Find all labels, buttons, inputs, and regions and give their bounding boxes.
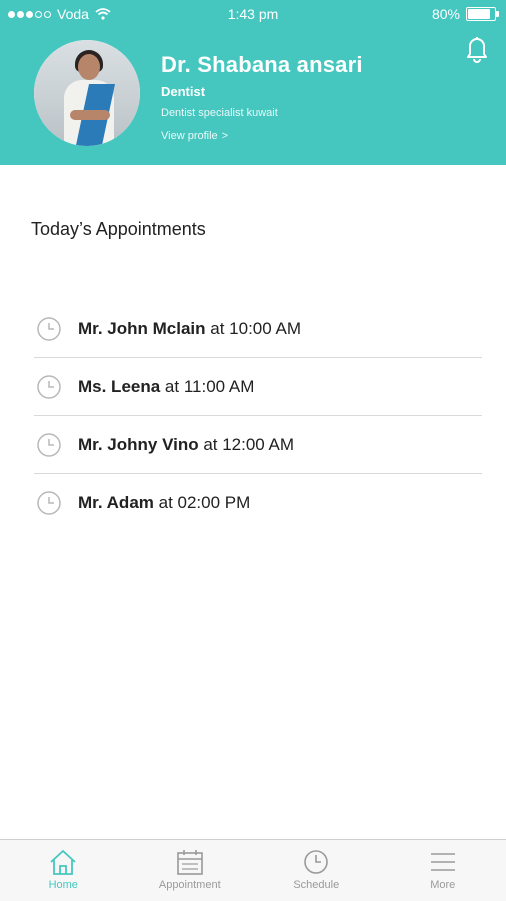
clock-icon bbox=[36, 432, 62, 458]
view-profile-link[interactable]: View profile > bbox=[161, 130, 228, 142]
profile-header: Voda 1:43 pm 80% Dr. Shabana ansari Dent… bbox=[0, 0, 506, 165]
patient-name: Mr. Johny Vino bbox=[78, 435, 199, 454]
appointment-item[interactable]: Mr. Johny Vino at 12:00 AM bbox=[34, 416, 482, 474]
patient-name: Mr. Adam bbox=[78, 493, 154, 512]
appointment-time: at 02:00 PM bbox=[154, 493, 250, 512]
doctor-subtitle: Dentist specialist kuwait bbox=[161, 107, 278, 119]
appointment-time: at 10:00 AM bbox=[206, 319, 301, 338]
chevron-right-icon: > bbox=[222, 130, 228, 142]
battery-percent: 80% bbox=[432, 6, 460, 22]
view-profile-label: View profile bbox=[161, 130, 218, 142]
clock-icon bbox=[36, 374, 62, 400]
tab-schedule[interactable]: Schedule bbox=[253, 840, 380, 901]
appointment-time: at 12:00 AM bbox=[199, 435, 294, 454]
clock-icon bbox=[36, 316, 62, 342]
status-bar: Voda 1:43 pm 80% bbox=[0, 0, 506, 28]
calendar-icon bbox=[175, 848, 205, 876]
doctor-title: Dentist bbox=[161, 84, 205, 99]
bell-icon[interactable] bbox=[463, 34, 491, 64]
appointment-text: Mr. John Mclain at 10:00 AM bbox=[78, 319, 301, 339]
patient-name: Ms. Leena bbox=[78, 377, 160, 396]
appointment-list: Mr. John Mclain at 10:00 AM Ms. Leena at… bbox=[34, 300, 482, 531]
clock-icon bbox=[36, 490, 62, 516]
appointment-item[interactable]: Ms. Leena at 11:00 AM bbox=[34, 358, 482, 416]
appointment-text: Mr. Johny Vino at 12:00 AM bbox=[78, 435, 294, 455]
tab-bar: Home Appointment Schedule More bbox=[0, 839, 506, 901]
tab-appointment-label: Appointment bbox=[159, 879, 221, 891]
avatar[interactable] bbox=[34, 40, 140, 146]
appointment-item[interactable]: Mr. Adam at 02:00 PM bbox=[34, 474, 482, 531]
tab-home[interactable]: Home bbox=[0, 840, 127, 901]
appointment-item[interactable]: Mr. John Mclain at 10:00 AM bbox=[34, 300, 482, 358]
status-right: 80% bbox=[432, 6, 496, 22]
tab-appointment[interactable]: Appointment bbox=[127, 840, 254, 901]
battery-icon bbox=[466, 7, 496, 21]
status-time: 1:43 pm bbox=[0, 6, 506, 22]
patient-name: Mr. John Mclain bbox=[78, 319, 206, 338]
appointment-time: at 11:00 AM bbox=[160, 377, 254, 396]
home-icon bbox=[48, 848, 78, 876]
appointment-text: Ms. Leena at 11:00 AM bbox=[78, 377, 254, 397]
clock-icon bbox=[301, 848, 331, 876]
doctor-name: Dr. Shabana ansari bbox=[161, 52, 363, 78]
section-title: Today’s Appointments bbox=[31, 219, 206, 240]
appointment-text: Mr. Adam at 02:00 PM bbox=[78, 493, 250, 513]
tab-more-label: More bbox=[430, 879, 455, 891]
tab-schedule-label: Schedule bbox=[293, 879, 339, 891]
menu-icon bbox=[428, 848, 458, 876]
tab-more[interactable]: More bbox=[380, 840, 506, 901]
tab-home-label: Home bbox=[49, 879, 78, 891]
